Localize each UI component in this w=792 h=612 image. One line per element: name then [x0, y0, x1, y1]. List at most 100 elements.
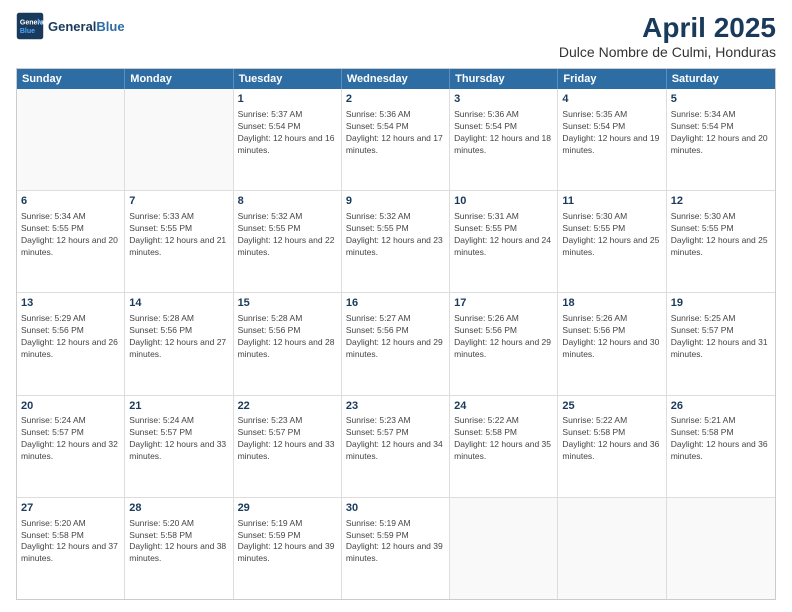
cell-info: Sunrise: 5:19 AMSunset: 5:59 PMDaylight:…	[238, 518, 337, 566]
cal-header-thursday: Thursday	[450, 69, 558, 89]
cell-info: Sunrise: 5:34 AMSunset: 5:54 PMDaylight:…	[671, 109, 771, 157]
cal-cell: 16 Sunrise: 5:27 AMSunset: 5:56 PMDayligh…	[342, 293, 450, 394]
day-number: 8	[238, 194, 337, 209]
cal-cell: 8 Sunrise: 5:32 AMSunset: 5:55 PMDaylight…	[234, 191, 342, 292]
cal-cell	[558, 498, 666, 599]
svg-text:Blue: Blue	[20, 28, 35, 35]
day-number: 12	[671, 194, 771, 209]
cell-info: Sunrise: 5:24 AMSunset: 5:57 PMDaylight:…	[129, 415, 228, 463]
cell-info: Sunrise: 5:28 AMSunset: 5:56 PMDaylight:…	[129, 313, 228, 361]
cal-cell: 11Sunrise: 5:30 AMSunset: 5:55 PMDayligh…	[558, 191, 666, 292]
day-number: 15	[238, 296, 337, 311]
cal-cell: 12 Sunrise: 5:30 AMSunset: 5:55 PMDayligh…	[667, 191, 775, 292]
logo-text: GeneralBlue	[48, 19, 125, 34]
cell-info: Sunrise: 5:22 AMSunset: 5:58 PMDaylight:…	[454, 415, 553, 463]
day-number: 17	[454, 296, 553, 311]
cell-info: Sunrise: 5:32 AMSunset: 5:55 PMDaylight:…	[346, 211, 445, 259]
cell-info: Sunrise: 5:37 AMSunset: 5:54 PMDaylight:…	[238, 109, 337, 157]
day-number: 3	[454, 92, 553, 107]
cell-info: Sunrise: 5:26 AMSunset: 5:56 PMDaylight:…	[454, 313, 553, 361]
cell-info: Sunrise: 5:31 AMSunset: 5:55 PMDaylight:…	[454, 211, 553, 259]
cal-cell: 30 Sunrise: 5:19 AMSunset: 5:59 PMDayligh…	[342, 498, 450, 599]
cal-cell: 1 Sunrise: 5:37 AMSunset: 5:54 PMDaylight…	[234, 89, 342, 190]
cal-week-2: 6 Sunrise: 5:34 AMSunset: 5:55 PMDaylight…	[17, 191, 775, 293]
day-number: 19	[671, 296, 771, 311]
cell-info: Sunrise: 5:26 AMSunset: 5:56 PMDaylight:…	[562, 313, 661, 361]
day-number: 11	[562, 194, 661, 209]
cal-header-sunday: Sunday	[17, 69, 125, 89]
day-number: 6	[21, 194, 120, 209]
cal-cell: 24Sunrise: 5:22 AMSunset: 5:58 PMDayligh…	[450, 396, 558, 497]
cal-cell	[667, 498, 775, 599]
cell-info: Sunrise: 5:27 AMSunset: 5:56 PMDaylight:…	[346, 313, 445, 361]
day-number: 2	[346, 92, 445, 107]
cal-cell: 14 Sunrise: 5:28 AMSunset: 5:56 PMDayligh…	[125, 293, 233, 394]
cell-info: Sunrise: 5:25 AMSunset: 5:57 PMDaylight:…	[671, 313, 771, 361]
cal-cell: 15 Sunrise: 5:28 AMSunset: 5:56 PMDayligh…	[234, 293, 342, 394]
cell-info: Sunrise: 5:23 AMSunset: 5:57 PMDaylight:…	[238, 415, 337, 463]
day-number: 16	[346, 296, 445, 311]
subtitle: Dulce Nombre de Culmi, Honduras	[559, 44, 776, 60]
day-number: 25	[562, 399, 661, 414]
cal-cell: 20Sunrise: 5:24 AMSunset: 5:57 PMDayligh…	[17, 396, 125, 497]
day-number: 29	[238, 501, 337, 516]
cal-header-friday: Friday	[558, 69, 666, 89]
day-number: 21	[129, 399, 228, 414]
day-number: 10	[454, 194, 553, 209]
day-number: 24	[454, 399, 553, 414]
day-number: 9	[346, 194, 445, 209]
day-number: 1	[238, 92, 337, 107]
cal-cell: 10 Sunrise: 5:31 AMSunset: 5:55 PMDayligh…	[450, 191, 558, 292]
cell-info: Sunrise: 5:20 AMSunset: 5:58 PMDaylight:…	[129, 518, 228, 566]
cell-info: Sunrise: 5:21 AMSunset: 5:58 PMDaylight:…	[671, 415, 771, 463]
day-number: 4	[562, 92, 661, 107]
cell-info: Sunrise: 5:32 AMSunset: 5:55 PMDaylight:…	[238, 211, 337, 259]
cal-cell: 5 Sunrise: 5:34 AMSunset: 5:54 PMDaylight…	[667, 89, 775, 190]
cal-cell: 9 Sunrise: 5:32 AMSunset: 5:55 PMDaylight…	[342, 191, 450, 292]
cal-cell: 7Sunrise: 5:33 AMSunset: 5:55 PMDaylight…	[125, 191, 233, 292]
cal-header-saturday: Saturday	[667, 69, 775, 89]
day-number: 13	[21, 296, 120, 311]
cal-cell: 4 Sunrise: 5:35 AMSunset: 5:54 PMDaylight…	[558, 89, 666, 190]
cell-info: Sunrise: 5:23 AMSunset: 5:57 PMDaylight:…	[346, 415, 445, 463]
cal-cell: 26Sunrise: 5:21 AMSunset: 5:58 PMDayligh…	[667, 396, 775, 497]
cell-info: Sunrise: 5:28 AMSunset: 5:56 PMDaylight:…	[238, 313, 337, 361]
cell-info: Sunrise: 5:20 AMSunset: 5:58 PMDaylight:…	[21, 518, 120, 566]
header: General Blue GeneralBlue April 2025 Dulc…	[16, 12, 776, 60]
calendar-body: 1 Sunrise: 5:37 AMSunset: 5:54 PMDaylight…	[17, 89, 775, 599]
day-number: 20	[21, 399, 120, 414]
cal-cell: 18Sunrise: 5:26 AMSunset: 5:56 PMDayligh…	[558, 293, 666, 394]
day-number: 27	[21, 501, 120, 516]
cell-info: Sunrise: 5:34 AMSunset: 5:55 PMDaylight:…	[21, 211, 120, 259]
cal-week-3: 13 Sunrise: 5:29 AMSunset: 5:56 PMDayligh…	[17, 293, 775, 395]
day-number: 30	[346, 501, 445, 516]
day-number: 5	[671, 92, 771, 107]
cell-info: Sunrise: 5:35 AMSunset: 5:54 PMDaylight:…	[562, 109, 661, 157]
cell-info: Sunrise: 5:24 AMSunset: 5:57 PMDaylight:…	[21, 415, 120, 463]
cal-week-4: 20Sunrise: 5:24 AMSunset: 5:57 PMDayligh…	[17, 396, 775, 498]
day-number: 23	[346, 399, 445, 414]
cal-cell: 3 Sunrise: 5:36 AMSunset: 5:54 PMDaylight…	[450, 89, 558, 190]
cell-info: Sunrise: 5:36 AMSunset: 5:54 PMDaylight:…	[346, 109, 445, 157]
cell-info: Sunrise: 5:22 AMSunset: 5:58 PMDaylight:…	[562, 415, 661, 463]
cal-week-5: 27 Sunrise: 5:20 AMSunset: 5:58 PMDayligh…	[17, 498, 775, 599]
cal-header-monday: Monday	[125, 69, 233, 89]
cal-cell: 13 Sunrise: 5:29 AMSunset: 5:56 PMDayligh…	[17, 293, 125, 394]
main-title: April 2025	[559, 12, 776, 44]
cal-cell: 19 Sunrise: 5:25 AMSunset: 5:57 PMDayligh…	[667, 293, 775, 394]
cal-cell	[450, 498, 558, 599]
cell-info: Sunrise: 5:36 AMSunset: 5:54 PMDaylight:…	[454, 109, 553, 157]
calendar: SundayMondayTuesdayWednesdayThursdayFrid…	[16, 68, 776, 600]
title-block: April 2025 Dulce Nombre de Culmi, Hondur…	[559, 12, 776, 60]
cal-header-wednesday: Wednesday	[342, 69, 450, 89]
calendar-header: SundayMondayTuesdayWednesdayThursdayFrid…	[17, 69, 775, 89]
cal-cell: 21Sunrise: 5:24 AMSunset: 5:57 PMDayligh…	[125, 396, 233, 497]
logo-icon: General Blue	[16, 12, 44, 40]
day-number: 14	[129, 296, 228, 311]
cell-info: Sunrise: 5:30 AMSunset: 5:55 PMDaylight:…	[671, 211, 771, 259]
cal-cell: 25Sunrise: 5:22 AMSunset: 5:58 PMDayligh…	[558, 396, 666, 497]
cal-cell: 28Sunrise: 5:20 AMSunset: 5:58 PMDayligh…	[125, 498, 233, 599]
cell-info: Sunrise: 5:29 AMSunset: 5:56 PMDaylight:…	[21, 313, 120, 361]
cell-info: Sunrise: 5:19 AMSunset: 5:59 PMDaylight:…	[346, 518, 445, 566]
day-number: 7	[129, 194, 228, 209]
